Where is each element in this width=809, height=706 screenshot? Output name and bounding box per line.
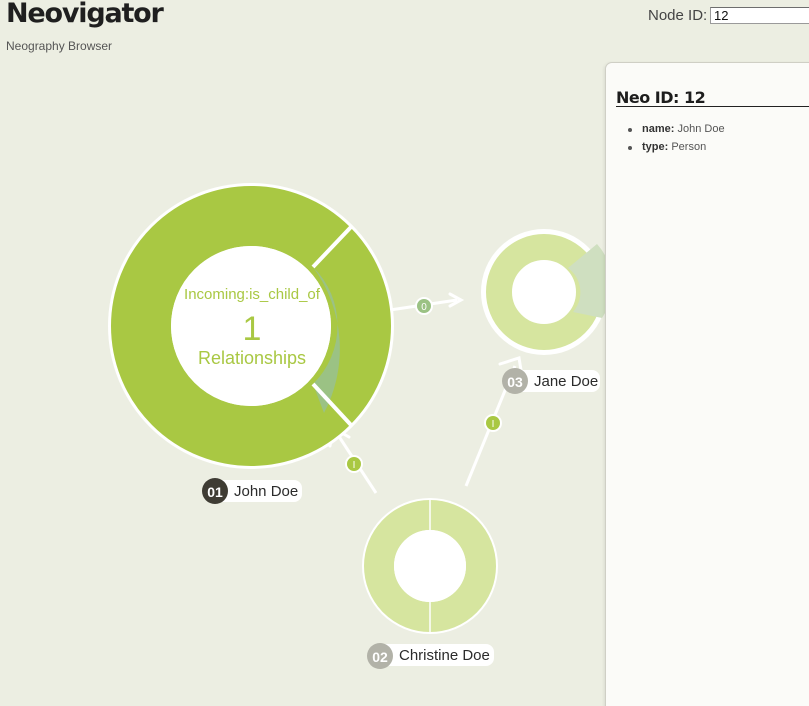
- node-jane-doe[interactable]: [481, 229, 613, 355]
- relationship-direction-label: Incoming:is_child_of: [184, 286, 321, 303]
- node-name: Christine Doe: [399, 647, 490, 664]
- node-label-jane-doe[interactable]: 03 Jane Doe: [502, 368, 600, 394]
- node-name: Jane Doe: [534, 373, 598, 390]
- property-value: John Doe: [677, 123, 725, 135]
- edge-john-to-jane[interactable]: 0: [389, 292, 465, 315]
- property-list: name: John Doe type: Person: [628, 123, 809, 154]
- property-key: type:: [642, 141, 669, 153]
- node-badge-number: 01: [207, 484, 223, 500]
- relationship-label: Relationships: [198, 348, 306, 368]
- relationship-count: 1: [243, 310, 262, 348]
- node-badge-number: 02: [372, 649, 388, 665]
- node-core: [394, 530, 466, 602]
- node-christine-doe[interactable]: [362, 498, 498, 634]
- details-title: Neo ID: 12: [616, 89, 809, 107]
- node-badge-number: 03: [507, 374, 523, 390]
- node-label-john-doe[interactable]: 01 John Doe: [202, 478, 302, 504]
- property-key: name:: [642, 123, 675, 135]
- property-item: type: Person: [628, 141, 809, 154]
- node-name: John Doe: [234, 483, 298, 500]
- edge-label: I: [492, 419, 495, 430]
- node-details-panel: Neo ID: 12 name: John Doe type: Person: [605, 62, 809, 706]
- node-label-christine-doe[interactable]: 02 Christine Doe: [367, 643, 494, 669]
- node-core: [514, 262, 574, 322]
- edge-label: 0: [421, 302, 427, 313]
- property-value: Person: [671, 141, 707, 153]
- edge-label: I: [353, 460, 356, 471]
- node-john-doe[interactable]: Incoming:is_child_of 1 Relationships: [108, 183, 394, 469]
- app-root: Neovigator Neography Browser Node ID: 0 …: [0, 0, 809, 706]
- property-item: name: John Doe: [628, 123, 809, 136]
